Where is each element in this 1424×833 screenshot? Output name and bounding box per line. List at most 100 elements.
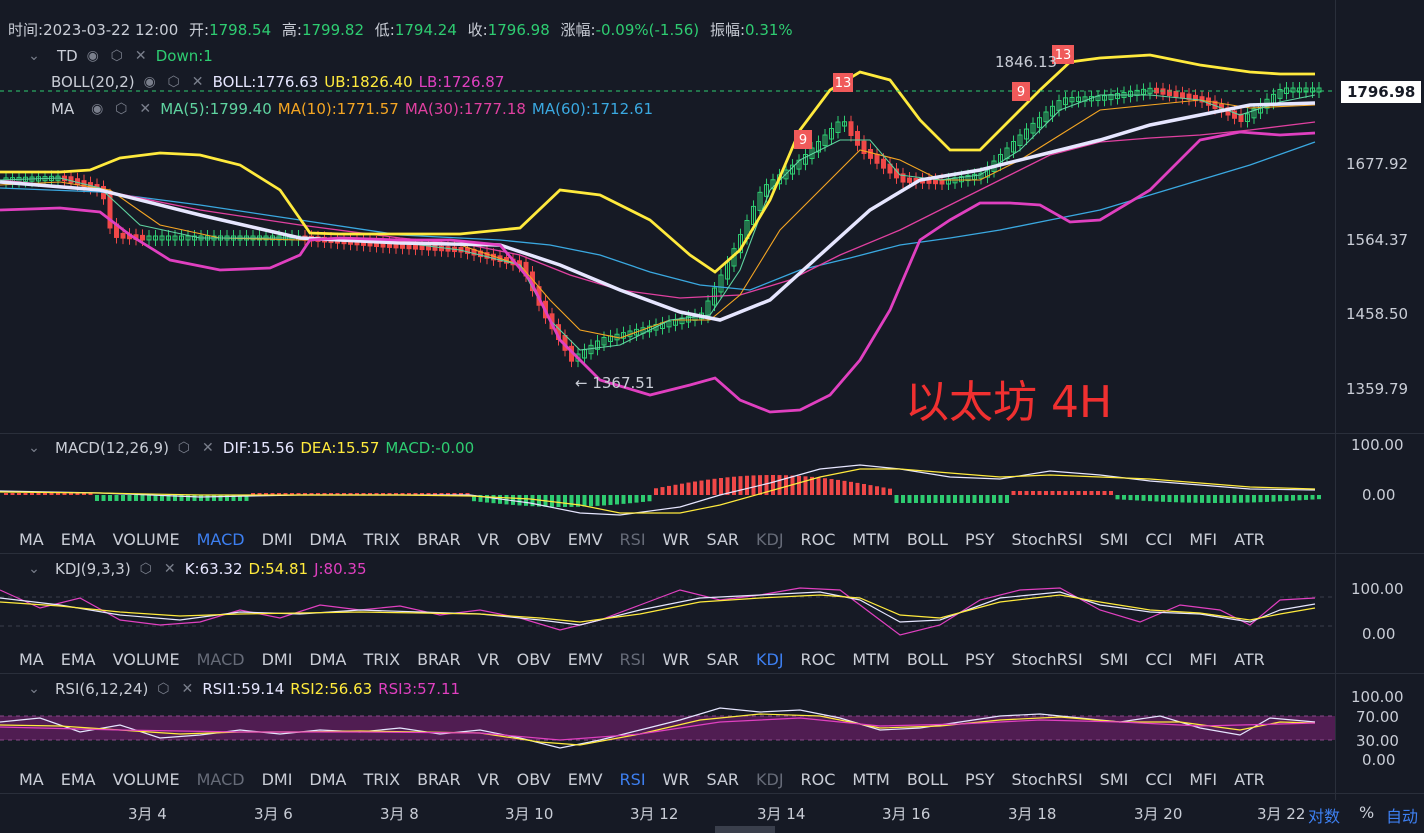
tab-emv[interactable]: EMV (568, 770, 603, 789)
tab-rsi[interactable]: RSI (620, 530, 646, 549)
tab-emv[interactable]: EMV (568, 530, 603, 549)
close-icon[interactable]: ✕ (136, 101, 154, 117)
tab-mtm[interactable]: MTM (852, 650, 889, 669)
eye-icon[interactable]: ◉ (88, 101, 106, 117)
tab-dmi[interactable]: DMI (262, 650, 293, 669)
tab-wr[interactable]: WR (663, 530, 690, 549)
tab-dmi[interactable]: DMI (262, 530, 293, 549)
tab-ma[interactable]: MA (19, 650, 44, 669)
tab-boll[interactable]: BOLL (907, 650, 948, 669)
tab-sar[interactable]: SAR (706, 770, 739, 789)
tab-mfi[interactable]: MFI (1189, 770, 1217, 789)
tab-psy[interactable]: PSY (965, 530, 995, 549)
tab-dmi[interactable]: DMI (262, 770, 293, 789)
tab-roc[interactable]: ROC (801, 650, 836, 669)
tab-sar[interactable]: SAR (706, 530, 739, 549)
tab-boll[interactable]: BOLL (907, 530, 948, 549)
tab-vr[interactable]: VR (478, 770, 500, 789)
tab-ma[interactable]: MA (19, 770, 44, 789)
tab-mtm[interactable]: MTM (852, 770, 889, 789)
tab-emv[interactable]: EMV (568, 650, 603, 669)
tab-smi[interactable]: SMI (1100, 530, 1129, 549)
tab-volume[interactable]: VOLUME (113, 650, 180, 669)
close-icon[interactable]: ✕ (132, 48, 150, 64)
tab-macd[interactable]: MACD (197, 650, 245, 669)
pane-divider[interactable] (0, 433, 1424, 434)
gear-icon[interactable]: ⬡ (165, 74, 183, 90)
gear-icon[interactable]: ⬡ (137, 561, 155, 577)
tab-trix[interactable]: TRIX (364, 530, 401, 549)
tab-smi[interactable]: SMI (1100, 650, 1129, 669)
tab-ema[interactable]: EMA (61, 650, 96, 669)
tab-volume[interactable]: VOLUME (113, 530, 180, 549)
tab-trix[interactable]: TRIX (364, 650, 401, 669)
log-scale-toggle[interactable]: 对数 (1308, 803, 1340, 827)
gear-icon[interactable]: ⬡ (154, 681, 172, 697)
gear-icon[interactable]: ⬡ (175, 440, 193, 456)
close-icon[interactable]: ✕ (189, 74, 207, 90)
tab-ema[interactable]: EMA (61, 770, 96, 789)
collapse-icon[interactable]: ⌄ (25, 561, 43, 577)
tab-stochrsi[interactable]: StochRSI (1012, 770, 1083, 789)
tab-kdj[interactable]: KDJ (756, 770, 784, 789)
tab-dma[interactable]: DMA (309, 650, 346, 669)
rsi-chart[interactable] (0, 700, 1335, 765)
close-icon[interactable]: ✕ (199, 440, 217, 456)
tab-sar[interactable]: SAR (706, 650, 739, 669)
tab-kdj[interactable]: KDJ (756, 650, 784, 669)
collapse-icon[interactable]: ⌄ (25, 681, 43, 697)
gear-icon[interactable]: ⬡ (108, 48, 126, 64)
gear-icon[interactable]: ⬡ (112, 101, 130, 117)
tab-macd[interactable]: MACD (197, 530, 245, 549)
percent-scale-toggle[interactable]: % (1359, 803, 1374, 822)
tab-trix[interactable]: TRIX (364, 770, 401, 789)
tab-atr[interactable]: ATR (1234, 770, 1265, 789)
tab-wr[interactable]: WR (663, 650, 690, 669)
tab-obv[interactable]: OBV (517, 650, 551, 669)
auto-scale-toggle[interactable]: 自动 (1386, 803, 1418, 827)
tab-obv[interactable]: OBV (517, 770, 551, 789)
tab-vr[interactable]: VR (478, 650, 500, 669)
tab-ma[interactable]: MA (19, 530, 44, 549)
tab-roc[interactable]: ROC (801, 530, 836, 549)
tab-stochrsi[interactable]: StochRSI (1012, 650, 1083, 669)
eye-icon[interactable]: ◉ (84, 48, 102, 64)
tab-mtm[interactable]: MTM (852, 530, 889, 549)
tab-mfi[interactable]: MFI (1189, 650, 1217, 669)
tab-dma[interactable]: DMA (309, 770, 346, 789)
scroll-handle[interactable] (715, 826, 775, 833)
collapse-icon[interactable]: ⌄ (25, 48, 43, 64)
pane-divider[interactable] (0, 553, 1424, 554)
tab-kdj[interactable]: KDJ (756, 530, 784, 549)
tab-mfi[interactable]: MFI (1189, 530, 1217, 549)
tab-dma[interactable]: DMA (309, 530, 346, 549)
tab-roc[interactable]: ROC (801, 770, 836, 789)
tab-brar[interactable]: BRAR (417, 770, 461, 789)
tab-volume[interactable]: VOLUME (113, 770, 180, 789)
pane-divider[interactable] (0, 673, 1424, 674)
tab-rsi[interactable]: RSI (620, 650, 646, 669)
tab-brar[interactable]: BRAR (417, 530, 461, 549)
tab-ema[interactable]: EMA (61, 530, 96, 549)
macd-chart[interactable] (0, 455, 1335, 525)
collapse-icon[interactable]: ⌄ (25, 440, 43, 456)
close-icon[interactable]: ✕ (161, 561, 179, 577)
tab-rsi[interactable]: RSI (620, 770, 646, 789)
tab-obv[interactable]: OBV (517, 530, 551, 549)
tab-cci[interactable]: CCI (1145, 530, 1172, 549)
tab-atr[interactable]: ATR (1234, 530, 1265, 549)
tab-macd[interactable]: MACD (197, 770, 245, 789)
tab-atr[interactable]: ATR (1234, 650, 1265, 669)
tab-wr[interactable]: WR (663, 770, 690, 789)
tab-brar[interactable]: BRAR (417, 650, 461, 669)
eye-icon[interactable]: ◉ (141, 74, 159, 90)
tab-psy[interactable]: PSY (965, 770, 995, 789)
tab-boll[interactable]: BOLL (907, 770, 948, 789)
tab-cci[interactable]: CCI (1145, 770, 1172, 789)
tab-smi[interactable]: SMI (1100, 770, 1129, 789)
tab-stochrsi[interactable]: StochRSI (1012, 530, 1083, 549)
close-icon[interactable]: ✕ (178, 681, 196, 697)
tab-psy[interactable]: PSY (965, 650, 995, 669)
tab-cci[interactable]: CCI (1145, 650, 1172, 669)
tab-vr[interactable]: VR (478, 530, 500, 549)
